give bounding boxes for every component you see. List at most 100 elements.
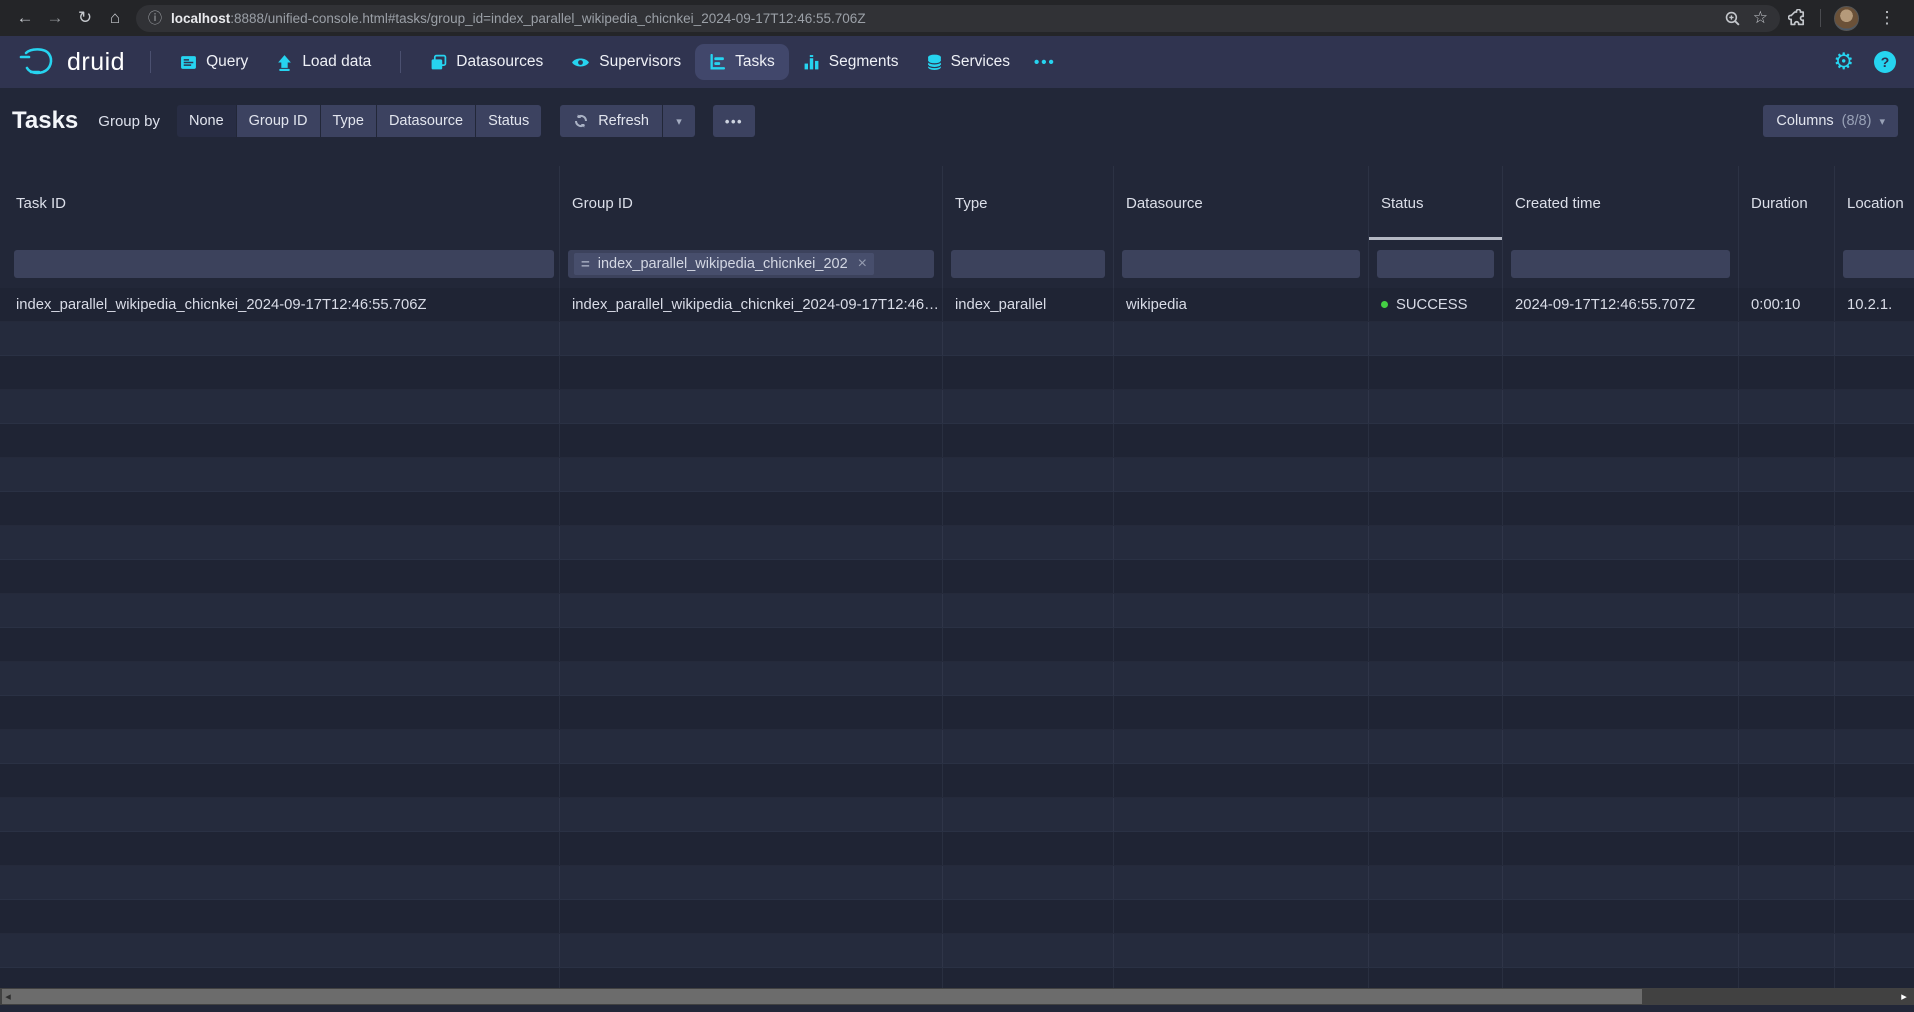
column-header-created-time[interactable]: Created time <box>1503 166 1739 240</box>
empty-cell <box>1114 662 1369 695</box>
remove-filter-icon[interactable]: × <box>858 255 867 273</box>
empty-cell <box>0 322 560 355</box>
empty-cell <box>1369 322 1503 355</box>
settings-gear-icon[interactable]: ⚙ <box>1833 51 1854 74</box>
location-cell[interactable]: 10.2.1. <box>1835 288 1914 321</box>
empty-cell <box>1739 798 1835 831</box>
horizontal-scrollbar[interactable]: ◂ ▸ <box>0 988 1914 1005</box>
status-cell[interactable]: SUCCESS <box>1369 288 1503 321</box>
nav-item-load-data[interactable]: Load data <box>262 44 385 80</box>
columns-button[interactable]: Columns (8/8) ▾ <box>1763 105 1898 137</box>
refresh-label: Refresh <box>598 113 649 129</box>
empty-cell <box>1835 560 1914 593</box>
column-header-location[interactable]: Location <box>1835 166 1914 240</box>
site-info-icon[interactable]: ⓘ <box>148 8 162 28</box>
empty-cell <box>1503 900 1739 933</box>
created-time-cell[interactable]: 2024-09-17T12:46:55.707Z <box>1503 288 1739 321</box>
empty-cell <box>560 424 943 457</box>
empty-row <box>0 594 1914 628</box>
empty-cell <box>0 594 560 627</box>
group-id-cell[interactable]: index_parallel_wikipedia_chicnkei_2024-0… <box>560 288 943 321</box>
datasource-filter-input[interactable] <box>1122 250 1360 278</box>
task-row[interactable]: index_parallel_wikipedia_chicnkei_2024-0… <box>0 288 1914 322</box>
empty-cell <box>1503 798 1739 831</box>
forward-icon[interactable]: → <box>40 4 70 32</box>
scroll-right-icon[interactable]: ▸ <box>1896 988 1912 1005</box>
empty-row <box>0 628 1914 662</box>
task-id-filter-input[interactable] <box>14 250 554 278</box>
nav-item-tasks[interactable]: Tasks <box>695 44 789 80</box>
created-time-filter-input[interactable] <box>1511 250 1730 278</box>
toolbar-more-button[interactable]: ••• <box>713 105 755 137</box>
column-header-group-id[interactable]: Group ID <box>560 166 943 240</box>
empty-cell <box>560 594 943 627</box>
druid-logo[interactable]: druid <box>18 46 125 78</box>
empty-cell <box>1835 900 1914 933</box>
status-filter-input[interactable] <box>1377 250 1494 278</box>
profile-avatar[interactable] <box>1834 6 1859 31</box>
column-header-task-id[interactable]: Task ID <box>0 166 560 240</box>
empty-cell <box>1835 492 1914 525</box>
empty-cell <box>943 866 1114 899</box>
nav-more-button[interactable]: ••• <box>1024 44 1066 80</box>
empty-cell <box>1739 662 1835 695</box>
empty-cell <box>1369 628 1503 661</box>
empty-cell <box>560 798 943 831</box>
type-filter-input[interactable] <box>951 250 1105 278</box>
empty-cell <box>943 832 1114 865</box>
group-by-none-button[interactable]: None <box>177 105 236 137</box>
empty-cell <box>1369 424 1503 457</box>
extensions-icon[interactable] <box>1788 9 1807 28</box>
filter-cell-datasource <box>1114 240 1369 288</box>
column-header-status[interactable]: Status <box>1369 166 1503 240</box>
home-icon[interactable]: ⌂ <box>100 4 130 32</box>
empty-cell <box>943 798 1114 831</box>
nav-item-services[interactable]: Services <box>913 44 1024 80</box>
empty-cell <box>1503 322 1739 355</box>
empty-cell <box>943 424 1114 457</box>
empty-cell <box>0 798 560 831</box>
refresh-icon <box>573 113 589 129</box>
nav-item-supervisors[interactable]: Supervisors <box>557 44 695 80</box>
browser-menu-icon[interactable]: ⋮ <box>1872 4 1902 32</box>
location-filter-input[interactable] <box>1843 250 1914 278</box>
zoom-icon[interactable] <box>1724 10 1741 27</box>
nav-item-query[interactable]: Query <box>166 44 262 80</box>
empty-cell <box>1835 662 1914 695</box>
reload-icon[interactable]: ↻ <box>70 4 100 32</box>
help-icon[interactable]: ? <box>1874 51 1896 73</box>
nav-item-datasources[interactable]: Datasources <box>416 44 557 80</box>
type-cell[interactable]: index_parallel <box>943 288 1114 321</box>
group-by-type-button[interactable]: Type <box>321 105 376 137</box>
empty-cell <box>1369 390 1503 423</box>
datasource-cell[interactable]: wikipedia <box>1114 288 1369 321</box>
empty-cell <box>1114 322 1369 355</box>
empty-cell <box>1369 662 1503 695</box>
group-id-filter-chip[interactable]: = index_parallel_wikipedia_chicnkei_202 … <box>574 253 874 275</box>
back-icon[interactable]: ← <box>10 4 40 32</box>
empty-row <box>0 458 1914 492</box>
group-by-status-button[interactable]: Status <box>476 105 541 137</box>
scroll-left-icon[interactable]: ◂ <box>0 988 16 1005</box>
nav-label: Services <box>951 53 1010 71</box>
column-header-datasource[interactable]: Datasource <box>1114 166 1369 240</box>
empty-cell <box>1114 390 1369 423</box>
scrollbar-thumb[interactable] <box>2 989 1642 1004</box>
empty-cell <box>943 934 1114 967</box>
address-bar[interactable]: ⓘ localhost:8888/unified-console.html#ta… <box>136 5 1780 32</box>
filter-chip-text: index_parallel_wikipedia_chicnkei_202 <box>598 256 848 272</box>
task-id-cell[interactable]: index_parallel_wikipedia_chicnkei_2024-0… <box>0 288 560 321</box>
nav-item-segments[interactable]: Segments <box>789 44 913 80</box>
duration-cell[interactable]: 0:00:10 <box>1739 288 1835 321</box>
group-by-group-id-button[interactable]: Group ID <box>237 105 320 137</box>
group-id-filter-input[interactable]: = index_parallel_wikipedia_chicnkei_202 … <box>568 250 934 278</box>
refresh-button[interactable]: Refresh <box>560 105 662 137</box>
eye-icon <box>571 56 590 69</box>
empty-cell <box>943 764 1114 797</box>
column-header-duration[interactable]: Duration <box>1739 166 1835 240</box>
refresh-interval-caret-button[interactable]: ▾ <box>663 105 695 137</box>
column-header-type[interactable]: Type <box>943 166 1114 240</box>
bookmark-star-icon[interactable]: ☆ <box>1753 4 1768 32</box>
group-by-datasource-button[interactable]: Datasource <box>377 105 475 137</box>
filter-cell-duration <box>1739 240 1835 288</box>
